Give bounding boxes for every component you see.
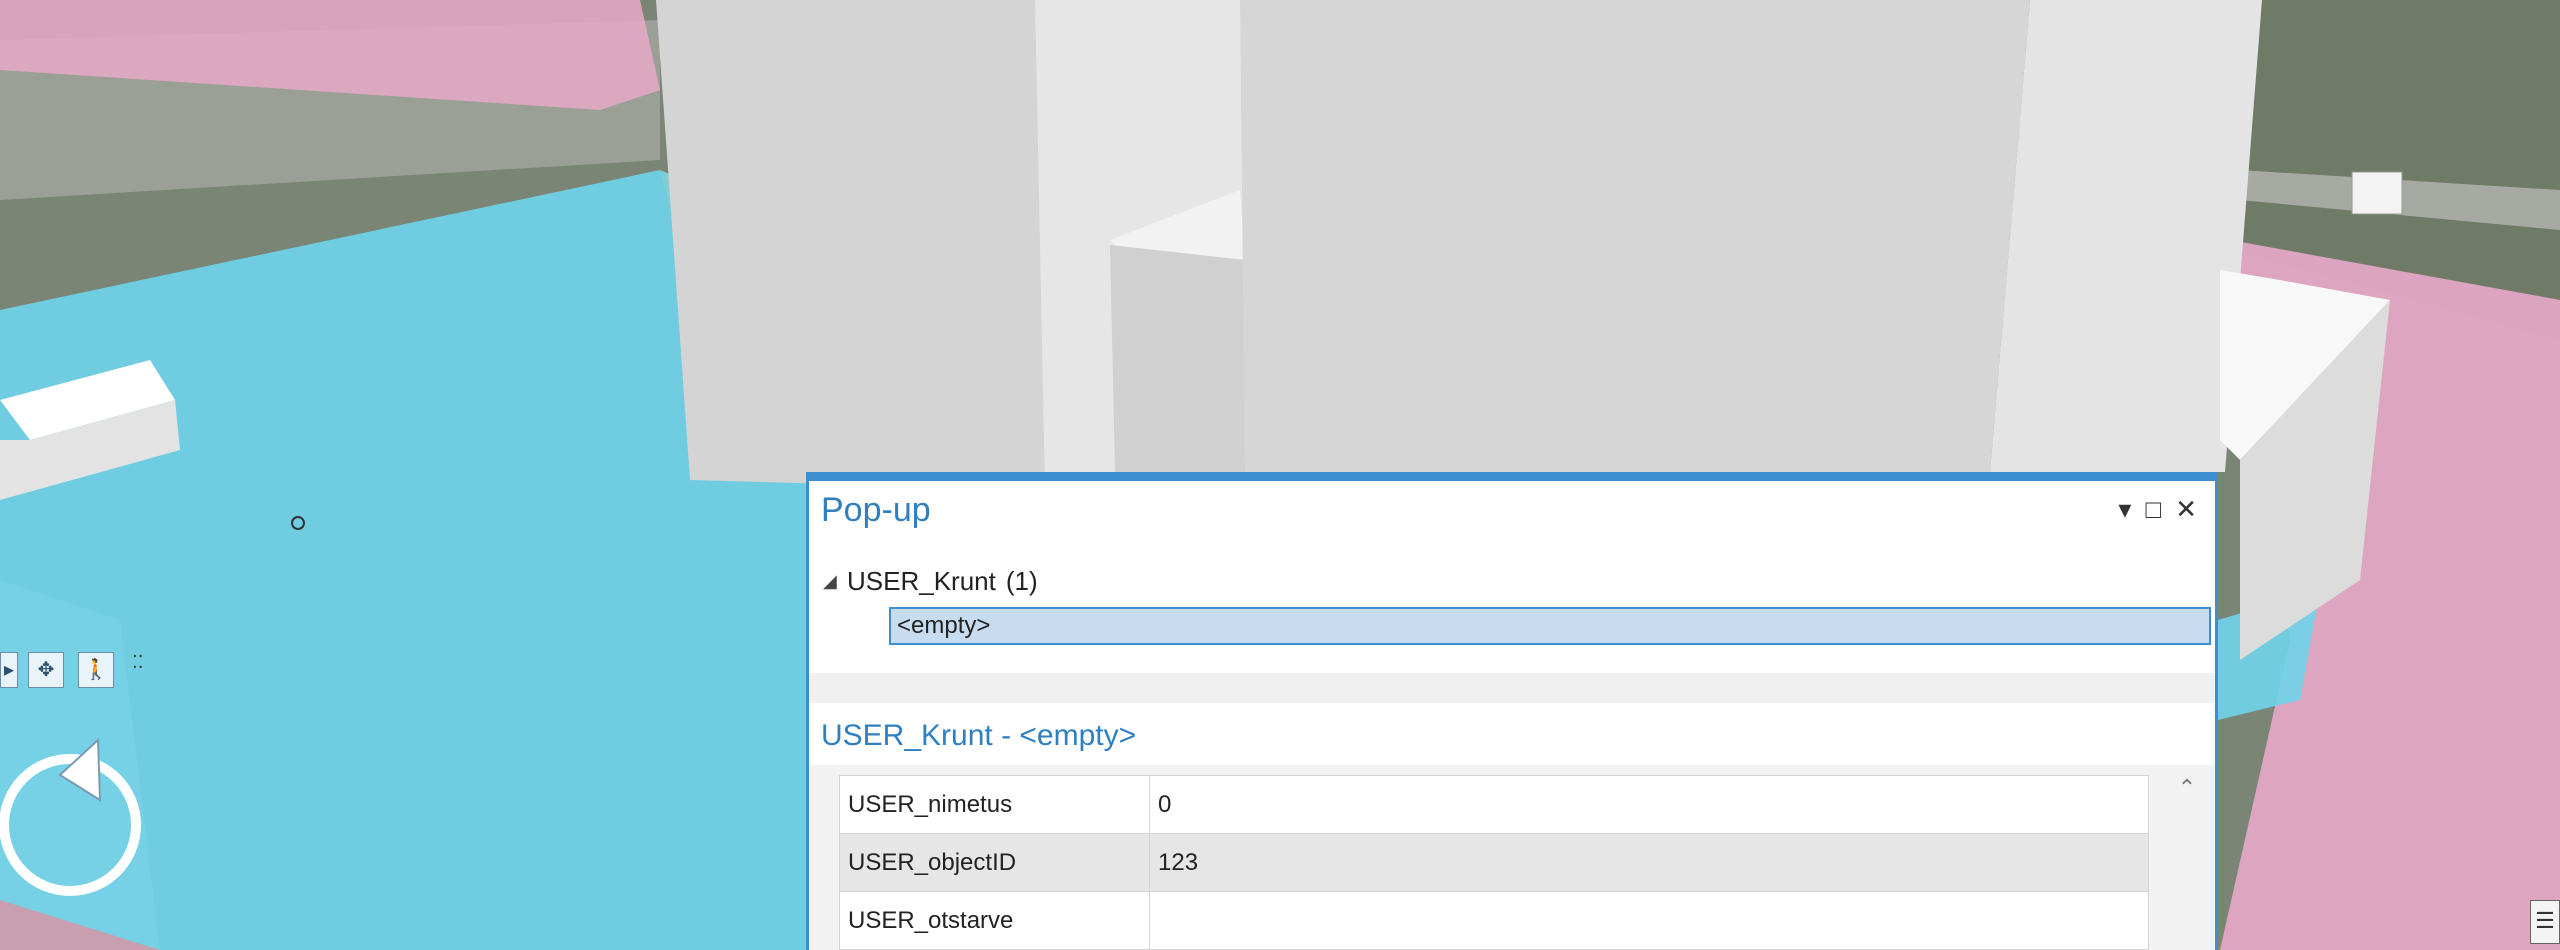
table-of-contents-icon[interactable]: ☰ — [2530, 900, 2560, 944]
attribute-value: 123 — [1149, 833, 2149, 892]
attribute-value: 0 — [1149, 775, 2149, 834]
move-icon[interactable]: ✥ — [28, 652, 64, 688]
table-row: USER_otstarve — [839, 891, 2149, 950]
pan-icon[interactable]: ▸ — [0, 652, 18, 688]
scroll-up-icon[interactable]: ⌃ — [2167, 775, 2207, 809]
table-row: USER_nimetus 0 — [839, 775, 2149, 834]
feature-tree: ◢ USER_Krunt (1) — [823, 565, 2215, 597]
close-icon[interactable]: ✕ — [2175, 495, 2197, 523]
dots-icon[interactable]: ⁚⁚ — [132, 652, 143, 673]
attribute-key: USER_objectID — [839, 833, 1150, 892]
tree-feature-item[interactable]: <empty> — [889, 607, 2211, 645]
popup-accent-bar — [809, 475, 2215, 481]
attribute-key: USER_otstarve — [839, 891, 1150, 950]
popup-pane: Pop-up ▾ □ ✕ ◢ USER_Krunt (1) <empty> US… — [806, 472, 2218, 950]
popup-title: Pop-up — [821, 491, 931, 529]
tree-layer-count: (1) — [1005, 565, 1038, 596]
table-row: USER_objectID 123 — [839, 833, 2149, 892]
building-low-mid-front — [1110, 245, 1245, 480]
building-tiny-right — [2351, 171, 2403, 215]
building-tower-main — [1240, 0, 2030, 472]
attribute-value — [1149, 891, 2149, 950]
section-divider — [809, 673, 2215, 703]
walk-icon[interactable]: 🚶 — [78, 652, 114, 688]
collapse-triangle-icon[interactable]: ◢ — [823, 571, 847, 592]
maximize-icon[interactable]: □ — [2145, 495, 2161, 523]
building-tower-left — [656, 0, 1045, 490]
tree-layer-node[interactable]: ◢ USER_Krunt (1) — [823, 565, 2215, 597]
attribute-table: USER_nimetus 0 USER_objectID 123 USER_ot… — [839, 775, 2149, 950]
attribute-key: USER_nimetus — [839, 775, 1150, 834]
pin-dropdown-icon[interactable]: ▾ — [2118, 495, 2131, 523]
popup-window-controls: ▾ □ ✕ — [2118, 495, 2197, 523]
tree-layer-label: USER_Krunt — [847, 565, 996, 596]
feature-detail-title: USER_Krunt - <empty> — [821, 719, 1137, 752]
